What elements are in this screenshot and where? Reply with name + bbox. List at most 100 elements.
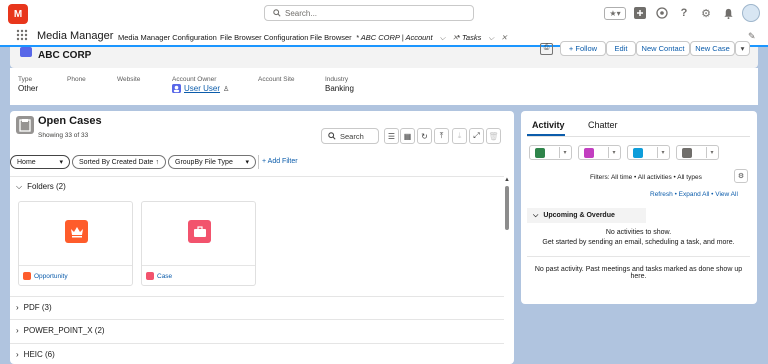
setup-gear-icon[interactable]: ⚙: [698, 5, 714, 21]
group-row-power-point[interactable]: › POWER_POINT_X (2): [16, 326, 105, 335]
log-call-button[interactable]: ▾: [529, 145, 572, 160]
edit-nav-pencil-icon[interactable]: ✎: [748, 31, 756, 42]
global-search-input[interactable]: Search...: [264, 5, 474, 21]
upload-icon[interactable]: ⤒: [434, 128, 449, 144]
record-title: ABC CORP: [38, 50, 92, 61]
list-view-icon[interactable]: ☰: [384, 128, 399, 144]
sort-filter-button[interactable]: Sorted By Created Date ↑: [72, 155, 166, 169]
more-actions-chevron-icon[interactable]: ▾: [735, 41, 750, 56]
group-label: HEIC (6): [23, 350, 55, 359]
follow-button[interactable]: + Follow: [560, 41, 606, 56]
search-icon: [273, 9, 281, 17]
group-row-heic[interactable]: › HEIC (6): [16, 350, 55, 359]
tab-activity[interactable]: Activity: [532, 120, 565, 130]
change-owner-icon[interactable]: ♙: [223, 85, 229, 93]
notifications-bell-icon[interactable]: [720, 5, 736, 21]
divider: [527, 256, 750, 257]
expand-icon[interactable]: ⤢: [469, 128, 484, 144]
upcoming-overdue-toggle[interactable]: ⌵ Upcoming & Overdue: [527, 208, 646, 223]
field-label-website: Website: [117, 76, 141, 83]
filter-divider: [258, 155, 259, 169]
refresh-icon[interactable]: ↻: [417, 128, 432, 144]
favorites-star-icon[interactable]: ★▾: [604, 6, 626, 20]
divider: [10, 343, 504, 344]
chevron-down-icon[interactable]: ▾: [706, 147, 717, 158]
print-icon[interactable]: ⎙: [540, 43, 553, 55]
account-owner-link[interactable]: User User: [184, 84, 220, 93]
tab-tasks[interactable]: * Tasks ⌵ ✕: [457, 33, 507, 43]
add-icon[interactable]: [632, 5, 648, 21]
folder-card-title[interactable]: Case: [157, 273, 172, 280]
tab-label: * Tasks: [457, 33, 482, 42]
new-contact-button[interactable]: New Contact: [636, 41, 690, 56]
download-icon: ⤓: [452, 128, 467, 144]
activity-filters-text: Filters: All time • All activities • All…: [590, 174, 702, 181]
opportunity-icon: [23, 272, 31, 280]
new-case-button[interactable]: New Case: [690, 41, 735, 56]
tab-media-manager-configuration[interactable]: Media Manager Configuration: [118, 33, 217, 42]
divider: [10, 176, 504, 177]
email-icon: [682, 148, 692, 158]
folder-card-case[interactable]: Case: [141, 201, 256, 286]
activity-links: Refresh • Expand All • View All: [650, 191, 738, 198]
app-logo[interactable]: M: [8, 4, 28, 24]
list-search-placeholder: Search: [340, 131, 364, 141]
tab-label: * ABC CORP | Account: [356, 33, 433, 42]
field-label-account-site: Account Site: [258, 76, 295, 83]
divider: [10, 296, 504, 297]
groupby-filter-select[interactable]: GroupBy File Type ▾: [168, 155, 256, 169]
showing-count: Showing 33 of 33: [38, 132, 89, 139]
list-search-input[interactable]: Search: [321, 128, 379, 144]
home-filter-select[interactable]: Home ▾: [10, 155, 70, 169]
search-placeholder: Search...: [285, 8, 318, 18]
chevron-down-icon[interactable]: ▾: [559, 147, 570, 158]
upcoming-label: Upcoming & Overdue: [543, 212, 615, 219]
field-label-industry: Industry: [325, 76, 349, 83]
open-cases-title: Open Cases: [38, 115, 102, 127]
avatar[interactable]: [742, 4, 760, 22]
tile-view-icon[interactable]: ▦: [400, 128, 415, 144]
chevron-down-icon[interactable]: ⌵: [440, 33, 446, 42]
account-icon: [20, 47, 32, 57]
chevron-down-icon: ▾: [245, 159, 249, 166]
tab-abc-corp-account[interactable]: * ABC CORP | Account ⌵ ✕: [356, 33, 459, 43]
new-event-button[interactable]: ▾: [578, 145, 621, 160]
view-all-link[interactable]: View All: [715, 191, 738, 198]
card-divider: [142, 265, 255, 266]
app-launcher-icon[interactable]: [16, 29, 28, 41]
close-icon[interactable]: ✕: [501, 33, 507, 42]
email-button[interactable]: ▾: [676, 145, 719, 160]
sort-filter-label: Sorted By Created Date: [79, 158, 154, 166]
tab-chatter[interactable]: Chatter: [588, 120, 618, 130]
scrollbar-thumb[interactable]: [505, 186, 509, 230]
task-icon: [535, 148, 545, 158]
folder-card-title[interactable]: Opportunity: [34, 273, 68, 280]
group-row-pdf[interactable]: › PDF (3): [16, 303, 52, 312]
chevron-down-icon[interactable]: ▾: [657, 147, 668, 158]
activity-settings-gear-icon[interactable]: ⚙: [734, 169, 748, 183]
tab-file-browser-configuration[interactable]: File Browser Configuration: [220, 33, 308, 42]
user-icon: [172, 84, 181, 93]
help-icon[interactable]: ?: [676, 5, 692, 21]
tab-file-browser[interactable]: File Browser: [310, 33, 352, 42]
add-filter-link[interactable]: + Add Filter: [262, 158, 298, 165]
chevron-down-icon[interactable]: ⌵: [488, 33, 494, 42]
cases-icon: [16, 116, 34, 134]
opportunity-crown-icon: [65, 220, 88, 243]
chevron-right-icon: ›: [16, 350, 19, 359]
chevron-down-icon: ▾: [59, 159, 63, 166]
field-label-type: Type: [18, 76, 33, 83]
edit-button[interactable]: Edit: [606, 41, 636, 56]
folders-section-toggle[interactable]: ⌵ Folders (2): [16, 182, 66, 192]
case-icon: [146, 272, 154, 280]
scroll-up-arrow-icon[interactable]: ▲: [504, 177, 510, 183]
cloud-icon[interactable]: [654, 5, 670, 21]
call-icon: [633, 148, 643, 158]
expand-all-link[interactable]: Expand All: [679, 191, 710, 198]
no-past-activity-text: No past activity. Past meetings and task…: [534, 266, 743, 280]
refresh-link[interactable]: Refresh: [650, 191, 673, 198]
log-call-phone-button[interactable]: ▾: [627, 145, 670, 160]
chevron-down-icon[interactable]: ▾: [608, 147, 619, 158]
search-icon: [328, 132, 336, 140]
folder-card-opportunity[interactable]: Opportunity: [18, 201, 133, 286]
